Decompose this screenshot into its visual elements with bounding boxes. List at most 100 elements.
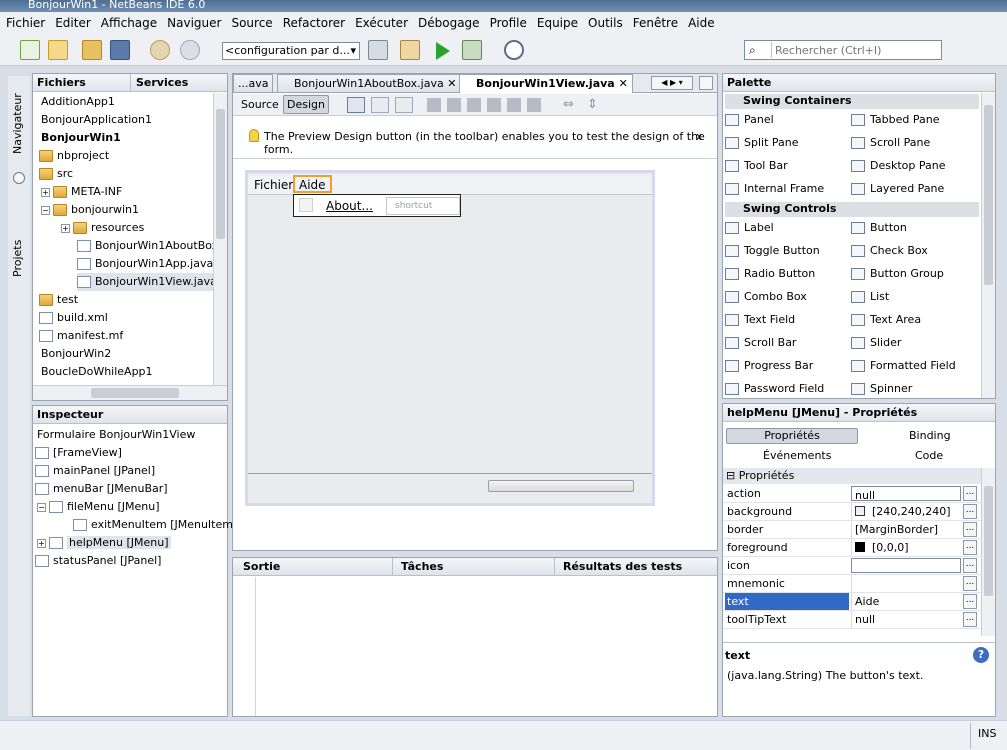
tree-item-app-java[interactable]: BonjourWin1App.java [77, 255, 213, 273]
tab-resultats-tests[interactable]: Résultats des tests [555, 558, 682, 575]
inspector-item-form[interactable]: Formulaire BonjourWin1View [37, 426, 195, 444]
tree-item-test[interactable]: test [39, 291, 78, 309]
expand-icon[interactable]: + [37, 538, 46, 548]
tree-item-bonjourwin1-package[interactable]: − bonjourwin1 [41, 201, 139, 219]
save-all-icon[interactable] [110, 40, 130, 60]
palette-layered-pane-item[interactable]: Layered Pane [851, 179, 944, 199]
tab-taches[interactable]: Tâches [393, 558, 555, 575]
resize-horizontal-icon[interactable]: ⇔ [563, 97, 574, 112]
files-horizontal-scrollbar[interactable] [33, 385, 227, 400]
alignment-icons[interactable] [427, 98, 545, 112]
scrollbar-thumb[interactable] [91, 388, 179, 398]
collapse-icon[interactable]: − [37, 502, 46, 512]
property-editor-button[interactable]: ... [963, 486, 977, 501]
properties-section[interactable]: ⊟ Propriétés [723, 468, 981, 484]
property-editor-button[interactable]: ... [963, 576, 977, 591]
popup-item-about[interactable]: About... [326, 199, 373, 213]
binding-tab-button[interactable]: Binding [909, 429, 951, 442]
palette-slider-item[interactable]: Slider [851, 333, 901, 353]
palette-toggle-button-item[interactable]: Toggle Button [725, 241, 820, 261]
menu-aide[interactable]: Aide [688, 16, 715, 30]
menu-outils[interactable]: Outils [588, 16, 623, 30]
collapse-icon[interactable]: ⊟ [726, 469, 735, 482]
property-editor-button[interactable]: ... [963, 558, 977, 573]
close-icon[interactable]: ✕ [619, 77, 628, 90]
tree-item-view-java[interactable]: BonjourWin1View.java [77, 273, 213, 291]
property-value[interactable]: null [851, 486, 961, 501]
tree-item-build-xml[interactable]: build.xml [39, 309, 108, 327]
palette-tabbed-pane-item[interactable]: Tabbed Pane [851, 110, 939, 130]
new-file-icon[interactable] [20, 40, 40, 60]
property-editor-button[interactable]: ... [963, 540, 977, 555]
tab-services[interactable]: Services [131, 74, 188, 91]
palette-section-containers[interactable]: Swing Containers [725, 94, 979, 109]
open-project-icon[interactable] [82, 40, 102, 60]
expand-icon[interactable]: + [61, 223, 70, 233]
property-row-mnemonic[interactable]: mnemonic... [723, 575, 981, 593]
tree-item-manifest[interactable]: manifest.mf [39, 327, 123, 345]
properties-scrollbar[interactable] [981, 468, 995, 636]
files-vertical-scrollbar[interactable] [213, 93, 227, 385]
tree-item-src[interactable]: src [39, 165, 73, 183]
editor-tab-java[interactable]: ...ava [233, 74, 274, 92]
resize-vertical-icon[interactable]: ⇕ [587, 97, 598, 112]
search-input[interactable] [771, 42, 939, 58]
property-editor-button[interactable]: ... [963, 504, 977, 519]
palette-desktop-pane-item[interactable]: Desktop Pane [851, 156, 945, 176]
form-status-panel[interactable] [248, 473, 652, 503]
palette-label-item[interactable]: Label [725, 218, 774, 238]
palette-combo-box-item[interactable]: Combo Box [725, 287, 807, 307]
palette-internal-frame-item[interactable]: Internal Frame [725, 179, 824, 199]
palette-text-field-item[interactable]: Text Field [725, 310, 795, 330]
menu-refactorer[interactable]: Refactorer [283, 16, 345, 30]
properties-tab-button[interactable]: Propriétés [726, 428, 858, 444]
menu-fichier[interactable]: Fichier [6, 16, 45, 30]
palette-password-field-item[interactable]: Password Field [725, 379, 824, 399]
connection-mode-icon[interactable] [371, 97, 389, 113]
property-row-foreground[interactable]: foreground [0,0,0]... [723, 539, 981, 557]
collapse-icon[interactable]: − [41, 205, 50, 215]
form-menu-aide[interactable]: Aide [293, 175, 332, 193]
menu-debogage[interactable]: Débogage [418, 16, 480, 30]
tree-item-resources[interactable]: + resources [61, 219, 144, 237]
palette-panel-item[interactable]: Panel [725, 110, 774, 130]
palette-button-item[interactable]: Button [851, 218, 907, 238]
palette-spinner-item[interactable]: Spinner [851, 379, 912, 399]
inspector-item-statuspanel[interactable]: statusPanel [JPanel] [35, 552, 161, 570]
configuration-select[interactable]: <configuration par d... ▾ [222, 42, 360, 60]
palette-scroll-bar-item[interactable]: Scroll Bar [725, 333, 796, 353]
palette-section-controls[interactable]: Swing Controls [725, 202, 979, 217]
menu-naviguer[interactable]: Naviguer [167, 16, 221, 30]
palette-radio-button-item[interactable]: Radio Button [725, 264, 815, 284]
property-value[interactable]: [0,0,0] [851, 539, 961, 556]
debug-icon[interactable] [462, 40, 482, 60]
run-icon[interactable] [436, 42, 450, 60]
palette-tool-bar-item[interactable]: Tool Bar [725, 156, 788, 176]
form-menu-fichier[interactable]: Fichier [254, 178, 293, 192]
tree-item-bonjourwin1[interactable]: BonjourWin1 [41, 129, 121, 147]
tab-projets[interactable]: Projets [11, 228, 27, 288]
property-row-action[interactable]: action null... [723, 485, 981, 503]
menu-editer[interactable]: Editer [55, 16, 91, 30]
form-canvas[interactable]: Fichier Aide About... shortcut [245, 170, 655, 506]
tree-item-aboutbox[interactable]: BonjourWin1AboutBox. [77, 237, 213, 255]
property-row-background[interactable]: background [240,240,240]... [723, 503, 981, 521]
menu-executer[interactable]: Exécuter [355, 16, 408, 30]
tree-item-bonjourwin2[interactable]: BonjourWin2 [41, 345, 111, 363]
tree-item-bonjourapplication1[interactable]: BonjourApplication1 [41, 111, 152, 129]
tree-item-boucledowhile[interactable]: BoucleDoWhileApp1 [41, 363, 153, 381]
redo-icon[interactable] [180, 40, 200, 60]
editor-tab-view[interactable]: BonjourWin1View.java ✕ [459, 74, 633, 93]
clean-build-icon[interactable] [400, 40, 420, 60]
code-tab-button[interactable]: Code [915, 449, 943, 462]
property-row-tooltiptext[interactable]: toolTipText null... [723, 611, 981, 629]
inspector-item-helpmenu[interactable]: + helpMenu [JMenu] [37, 534, 171, 552]
menu-fenetre[interactable]: Fenêtre [633, 16, 678, 30]
popup-shortcut-field[interactable]: shortcut [386, 197, 460, 215]
inspector-item-exitmenuitem[interactable]: exitMenuItem [JMenuItem] [73, 516, 237, 534]
property-value[interactable]: Aide [851, 593, 961, 610]
menu-source[interactable]: Source [231, 16, 272, 30]
palette-list-item[interactable]: List [851, 287, 889, 307]
tab-sortie[interactable]: Sortie [233, 558, 393, 575]
inspector-item-mainpanel[interactable]: mainPanel [JPanel] [35, 462, 155, 480]
